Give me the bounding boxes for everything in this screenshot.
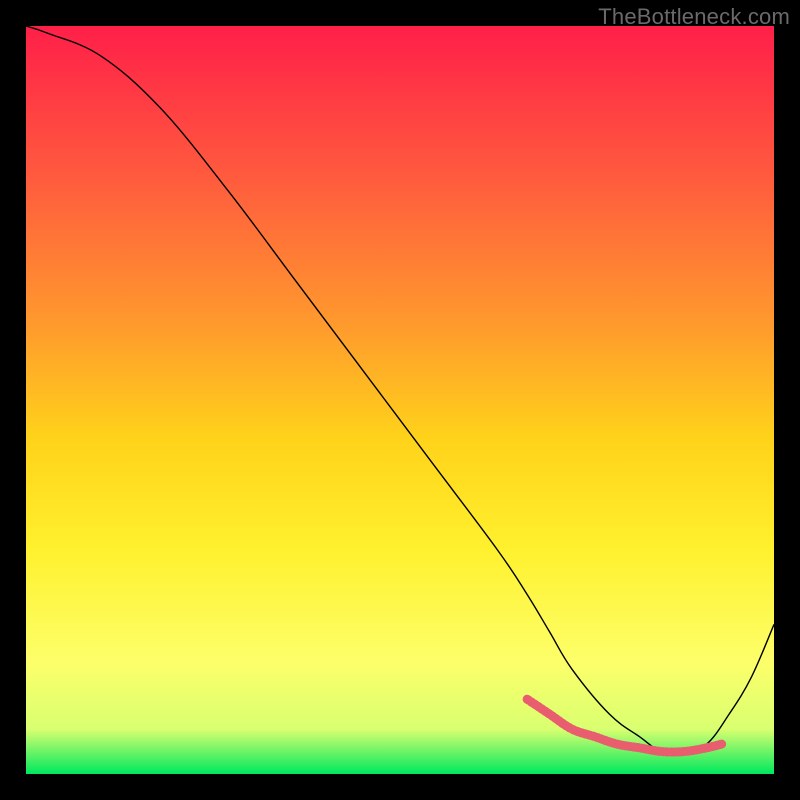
plot-frame bbox=[26, 26, 774, 774]
watermark-text: TheBottleneck.com bbox=[598, 4, 790, 30]
gradient-background bbox=[26, 26, 774, 774]
plot-svg bbox=[26, 26, 774, 774]
chart-container: TheBottleneck.com bbox=[0, 0, 800, 800]
